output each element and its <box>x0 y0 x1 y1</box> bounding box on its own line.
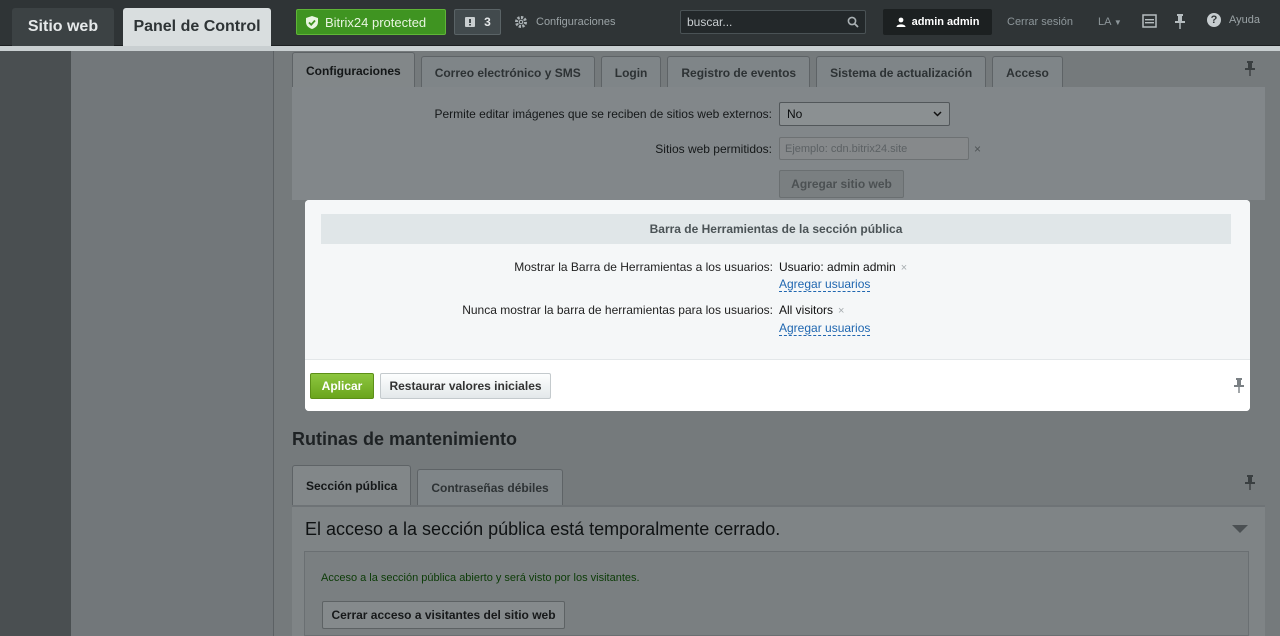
section-title-text: Barra de Herramientas de la sección públ… <box>649 222 903 236</box>
tab-access[interactable]: Acceso <box>992 56 1063 88</box>
toolbar-section-title: Barra de Herramientas de la sección públ… <box>321 214 1231 244</box>
chevron-down-icon <box>933 111 942 117</box>
tab-label: Configuraciones <box>306 63 401 78</box>
remove-icon[interactable]: × <box>901 262 907 274</box>
maintenance-heading: Rutinas de mantenimiento <box>292 429 518 449</box>
button-label: Cerrar acceso a visitantes del sitio web <box>331 608 556 622</box>
pin-icon[interactable] <box>1245 475 1255 490</box>
tab-site-label: Sitio web <box>27 18 99 35</box>
maintenance-tabs: Sección pública Contraseñas débiles <box>292 465 563 505</box>
left-menu-panel <box>71 51 274 636</box>
tab-control-panel-label: Panel de Control <box>133 18 261 35</box>
search-icon[interactable] <box>847 16 859 28</box>
access-status-title: El acceso a la sección pública está temp… <box>305 519 781 539</box>
user-chip: Usuario: admin admin <box>779 260 896 274</box>
tab-configuraciones[interactable]: Configuraciones <box>292 52 415 88</box>
allow-edit-images-select[interactable]: No <box>779 102 950 126</box>
help-label: Ayuda <box>1229 14 1260 26</box>
tab-site[interactable]: Sitio web <box>12 8 114 46</box>
tab-event-log[interactable]: Registro de eventos <box>667 56 811 88</box>
allow-edit-images-label: Permite editar imágenes que se reciben d… <box>434 107 772 121</box>
tab-label: Sistema de actualización <box>830 65 973 80</box>
protected-label: Bitrix24 protected <box>325 14 427 30</box>
tab-public-section[interactable]: Sección pública <box>292 465 412 505</box>
admin-topbar: Sitio web Panel de Control Bitrix24 prot… <box>0 0 1280 46</box>
chevron-down-icon: ▼ <box>1113 18 1122 27</box>
button-label: Aplicar <box>321 379 363 393</box>
user-menu-button[interactable]: admin admin <box>883 9 992 35</box>
allowed-sites-input[interactable]: Ejemplo: cdn.bitrix24.site <box>779 137 969 160</box>
show-toolbar-label: Mostrar la Barra de Herramientas a los u… <box>514 260 773 274</box>
allowed-sites-label: Sitios web permitidos: <box>655 142 772 156</box>
settings-tabs: Configuraciones Correo electrónico y SMS… <box>292 52 1063 88</box>
notifications-count: 3 <box>484 15 491 29</box>
notification-icon <box>465 17 476 27</box>
close-access-button[interactable]: Cerrar acceso a visitantes del sitio web <box>322 601 565 629</box>
collapse-chevron-icon[interactable] <box>1232 525 1248 533</box>
remove-icon[interactable]: × <box>838 305 844 317</box>
shield-icon <box>306 15 318 29</box>
language-label: LA <box>1098 16 1111 28</box>
tab-label: Acceso <box>1006 65 1049 80</box>
search-box[interactable] <box>680 10 866 34</box>
user-icon <box>896 17 906 27</box>
settings-label: Configuraciones <box>536 16 616 28</box>
user-name: admin admin <box>911 16 980 28</box>
pin-icon[interactable] <box>1175 14 1185 29</box>
tab-control-panel[interactable]: Panel de Control <box>123 8 271 46</box>
visitor-chip: All visitors <box>779 303 834 317</box>
add-users-link[interactable]: Agregar usuarios <box>779 322 871 336</box>
input-placeholder: Ejemplo: cdn.bitrix24.site <box>785 142 908 155</box>
tab-label: Correo electrónico y SMS <box>434 65 581 80</box>
toolbar-section: Barra de Herramientas de la sección públ… <box>305 200 1250 411</box>
pin-icon[interactable] <box>1234 378 1244 393</box>
logout-link[interactable]: Cerrar sesión <box>1007 16 1073 28</box>
select-value: No <box>787 107 803 121</box>
access-status-message: Acceso a la sección pública abierto y se… <box>321 572 640 584</box>
protected-badge[interactable]: Bitrix24 protected <box>296 9 446 35</box>
search-input[interactable] <box>687 15 837 29</box>
form-footer: Aplicar Restaurar valores iniciales <box>305 359 1250 411</box>
left-nav <box>0 51 71 636</box>
show-toolbar-value: Usuario: admin admin × <box>779 260 907 274</box>
pin-tabs-icon[interactable] <box>1245 61 1255 76</box>
tab-label: Sección pública <box>306 478 398 493</box>
tab-update-system[interactable]: Sistema de actualización <box>816 56 987 88</box>
button-label: Restaurar valores iniciales <box>389 379 542 393</box>
tab-label: Registro de eventos <box>681 65 797 80</box>
help-button[interactable]: ? Ayuda <box>1207 13 1260 27</box>
settings-button[interactable]: Configuraciones <box>514 9 616 35</box>
apply-button[interactable]: Aplicar <box>310 373 374 399</box>
language-selector[interactable]: LA ▼ <box>1098 16 1122 28</box>
add-users-link[interactable]: Agregar usuarios <box>779 278 871 292</box>
gear-icon <box>515 16 527 28</box>
reset-defaults-button[interactable]: Restaurar valores iniciales <box>380 373 551 399</box>
never-show-toolbar-label: Nunca mostrar la barra de herramientas p… <box>462 303 773 317</box>
button-label: Agregar sitio web <box>791 177 892 191</box>
tab-email-sms[interactable]: Correo electrónico y SMS <box>420 56 595 88</box>
never-show-toolbar-value: All visitors × <box>779 303 844 317</box>
notifications-button[interactable]: 3 <box>454 9 501 35</box>
clear-icon[interactable]: × <box>974 142 981 156</box>
help-icon: ? <box>1207 13 1221 27</box>
tab-label: Contraseñas débiles <box>431 480 549 495</box>
tab-login[interactable]: Login <box>600 56 662 88</box>
add-site-button[interactable]: Agregar sitio web <box>779 170 904 198</box>
panel-toggle-icon[interactable] <box>1142 14 1157 28</box>
tab-weak-passwords[interactable]: Contraseñas débiles <box>417 469 563 505</box>
tab-label: Login <box>614 65 648 80</box>
